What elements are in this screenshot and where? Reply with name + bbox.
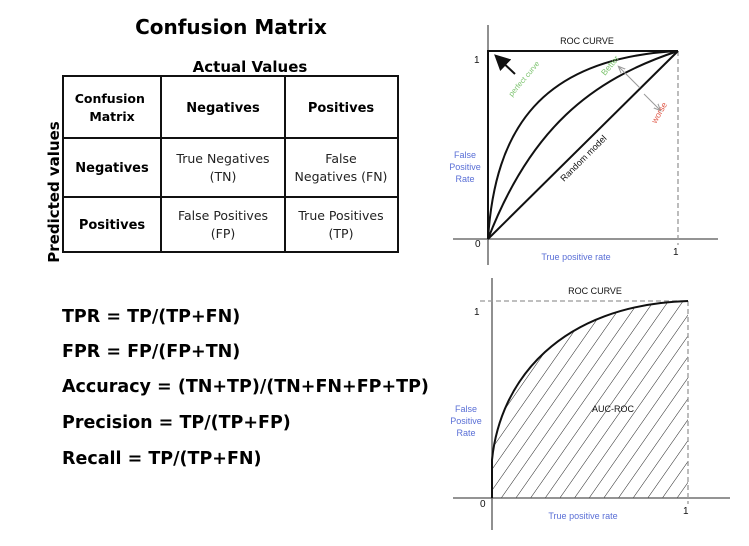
row-header-positives: Positives bbox=[79, 218, 146, 233]
corner-cell: Confusion Matrix bbox=[75, 91, 150, 124]
random-model-line bbox=[487, 50, 679, 240]
roc-bottom-title: ROC CURVE bbox=[568, 286, 622, 296]
formula-fpr: FPR = FP/(FP+TN) bbox=[62, 342, 240, 362]
roc-chart-top: ROC CURVE 1 0 1 True positive rate False… bbox=[449, 25, 718, 265]
formula-precision: Precision = TP/(TP+FP) bbox=[62, 413, 291, 433]
cell-tp: True Positives (TP) bbox=[297, 208, 383, 241]
x-axis-label: True positive rate bbox=[548, 511, 617, 521]
random-model-label: Random model bbox=[558, 133, 608, 183]
auc-hatched-area bbox=[492, 301, 688, 498]
row-header-negatives: Negatives bbox=[75, 161, 149, 176]
worse-label: worse bbox=[649, 100, 670, 126]
formula-accuracy: Accuracy = (TN+TP)/(TN+FN+FP+TP) bbox=[62, 377, 429, 397]
y-axis-label: False Positive Rate bbox=[449, 150, 481, 184]
y-tick-1: 1 bbox=[474, 55, 480, 66]
origin-label: 0 bbox=[475, 239, 481, 250]
x-tick-1: 1 bbox=[683, 506, 689, 517]
actual-values-label: Actual Values bbox=[193, 58, 308, 76]
col-header-negatives: Negatives bbox=[186, 101, 260, 116]
col-header-positives: Positives bbox=[308, 101, 375, 116]
roc-chart-bottom: ROC CURVE AUC-ROC 1 0 1 True positive ra… bbox=[450, 278, 730, 530]
y-tick-1: 1 bbox=[474, 307, 480, 318]
formula-recall: Recall = TP/(TP+FN) bbox=[62, 449, 262, 469]
perfect-curve-label: perfect curve bbox=[507, 59, 542, 98]
roc-top-title: ROC CURVE bbox=[560, 36, 614, 46]
origin-label: 0 bbox=[480, 499, 486, 510]
confusion-matrix-title: Confusion Matrix bbox=[135, 15, 327, 39]
perfect-curve-arrow bbox=[494, 54, 516, 75]
formula-tpr: TPR = TP/(TP+FN) bbox=[62, 307, 240, 327]
auc-roc-label: AUC-ROC bbox=[592, 404, 634, 414]
predicted-values-label: Predicted values bbox=[45, 121, 63, 263]
cell-fn: False Negatives (FN) bbox=[295, 151, 388, 184]
cell-tn: True Negatives (TN) bbox=[175, 151, 269, 184]
cell-fp: False Positives (FP) bbox=[178, 208, 268, 241]
better-label: Better bbox=[599, 53, 621, 77]
y-axis-label: False Positive Rate bbox=[450, 404, 482, 438]
x-tick-1: 1 bbox=[673, 247, 679, 258]
diagram-canvas: Confusion Matrix Actual Values Predicted… bbox=[45, 15, 730, 530]
x-axis-label: True positive rate bbox=[541, 252, 610, 262]
